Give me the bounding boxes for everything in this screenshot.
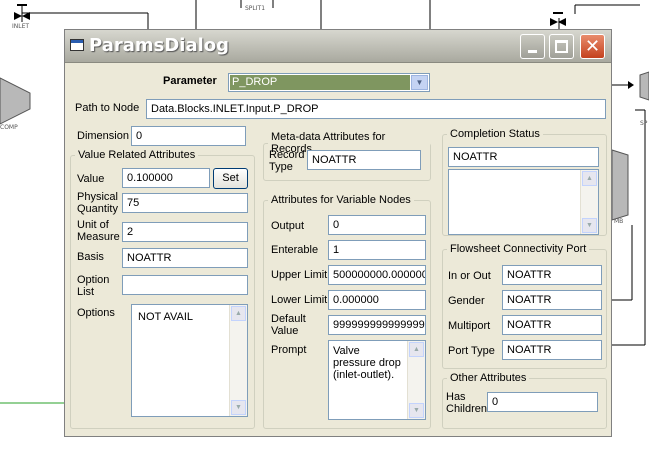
unit-of-measure-field[interactable]: 2 <box>122 222 248 242</box>
dialog-title: ParamsDialog <box>89 35 230 56</box>
gender-label: Gender <box>448 295 485 307</box>
output-label: Output <box>271 220 305 232</box>
close-button[interactable]: ✕ <box>580 34 605 59</box>
scroll-up-icon[interactable]: ▲ <box>582 171 597 186</box>
path-field[interactable]: Data.Blocks.INLET.Input.P_DROP <box>146 99 606 119</box>
value-attributes-legend: Value Related Attributes <box>78 149 196 161</box>
scroll-up-icon[interactable]: ▲ <box>409 342 424 357</box>
options-textarea[interactable]: NOT AVAIL ▲ ▼ <box>131 304 248 417</box>
port-type-label: Port Type <box>448 345 495 357</box>
upper-limit-field[interactable]: 500000000.000000 <box>328 265 426 285</box>
dimension-label: Dimension <box>77 130 129 142</box>
prompt-label: Prompt <box>271 344 307 356</box>
basis-label: Basis <box>77 251 104 263</box>
maximize-button[interactable] <box>549 34 574 59</box>
dimension-field[interactable]: 0 <box>131 126 246 146</box>
path-label: Path to Node <box>75 102 140 114</box>
lower-limit-label: Lower Limit <box>271 294 328 306</box>
title-bar[interactable]: ParamsDialog ✕ <box>65 30 611 63</box>
params-dialog: ParamsDialog ✕ Parameter P_DROP ▼ Path t… <box>64 29 612 437</box>
prompt-scrollbar[interactable]: ▲ ▼ <box>407 341 425 419</box>
enterable-field[interactable]: 1 <box>328 240 426 260</box>
completion-status-textarea[interactable]: ▲ ▼ <box>448 169 599 235</box>
scroll-down-icon[interactable]: ▼ <box>582 218 597 233</box>
split-block-label: SPLIT1 <box>245 5 266 12</box>
in-or-out-label: In or Out <box>448 270 491 282</box>
completion-status-field[interactable]: NOATTR <box>448 147 599 167</box>
option-list-label: Option List <box>77 274 110 298</box>
completion-scrollbar[interactable]: ▲ ▼ <box>580 170 598 234</box>
upper-limit-label: Upper Limit <box>271 269 328 281</box>
options-label: Options <box>77 307 115 319</box>
variable-node-attributes-legend: Attributes for Variable Nodes <box>271 194 411 206</box>
option-list-field[interactable] <box>122 275 248 295</box>
physical-quantity-label: Physical Quantity <box>77 191 118 215</box>
scroll-down-icon[interactable]: ▼ <box>231 400 246 415</box>
minimize-button[interactable] <box>520 34 545 59</box>
default-value-label: Default Value <box>271 313 306 337</box>
multiport-label: Multiport <box>448 320 491 332</box>
value-field[interactable]: 0.100000 <box>122 168 210 188</box>
output-field[interactable]: 0 <box>328 215 426 235</box>
in-or-out-field[interactable]: NOATTR <box>502 265 602 285</box>
value-label: Value <box>77 173 105 185</box>
multiport-field[interactable]: NOATTR <box>502 315 602 335</box>
port-type-field[interactable]: NOATTR <box>502 340 602 360</box>
unit-of-measure-label: Unit of Measure <box>77 219 120 243</box>
window-icon <box>70 39 84 51</box>
record-type-field[interactable]: NOATTR <box>307 150 421 170</box>
default-value-field[interactable]: 9999999999999999 <box>328 315 426 335</box>
inlet-block-label: INLET <box>12 23 30 30</box>
comp-block-label: COMP <box>0 124 18 131</box>
prompt-text: Valve pressure drop (inlet-outlet). <box>333 345 401 381</box>
scroll-down-icon[interactable]: ▼ <box>409 403 424 418</box>
completion-status-legend: Completion Status <box>450 128 540 140</box>
parameter-label: Parameter <box>163 75 217 87</box>
gender-field[interactable]: NOATTR <box>502 290 602 310</box>
lower-limit-field[interactable]: 0.000000 <box>328 290 426 310</box>
parameter-value: P_DROP <box>230 75 410 90</box>
chevron-down-icon[interactable]: ▼ <box>411 75 428 90</box>
maximize-icon <box>555 40 568 53</box>
prompt-textarea[interactable]: Valve pressure drop (inlet-outlet). ▲ ▼ <box>328 340 426 420</box>
options-scrollbar[interactable]: ▲ ▼ <box>229 305 247 416</box>
record-type-label: Record Type <box>269 149 305 173</box>
right-block-label-a: SP <box>640 120 648 127</box>
physical-quantity-field[interactable]: 75 <box>122 193 248 213</box>
basis-field[interactable]: NOATTR <box>122 248 248 268</box>
other-attributes-legend: Other Attributes <box>450 372 527 384</box>
minimize-icon <box>528 50 537 53</box>
parameter-select[interactable]: P_DROP ▼ <box>228 73 430 92</box>
close-icon: ✕ <box>584 36 601 57</box>
right-block-label-b: MB <box>614 218 624 225</box>
flowsheet-port-legend: Flowsheet Connectivity Port <box>450 243 587 255</box>
has-children-label: Has Children <box>446 391 487 415</box>
options-text: NOT AVAIL <box>138 311 194 323</box>
scroll-up-icon[interactable]: ▲ <box>231 306 246 321</box>
has-children-field[interactable]: 0 <box>487 392 598 412</box>
enterable-label: Enterable <box>271 244 319 256</box>
set-button[interactable]: Set <box>213 168 248 189</box>
